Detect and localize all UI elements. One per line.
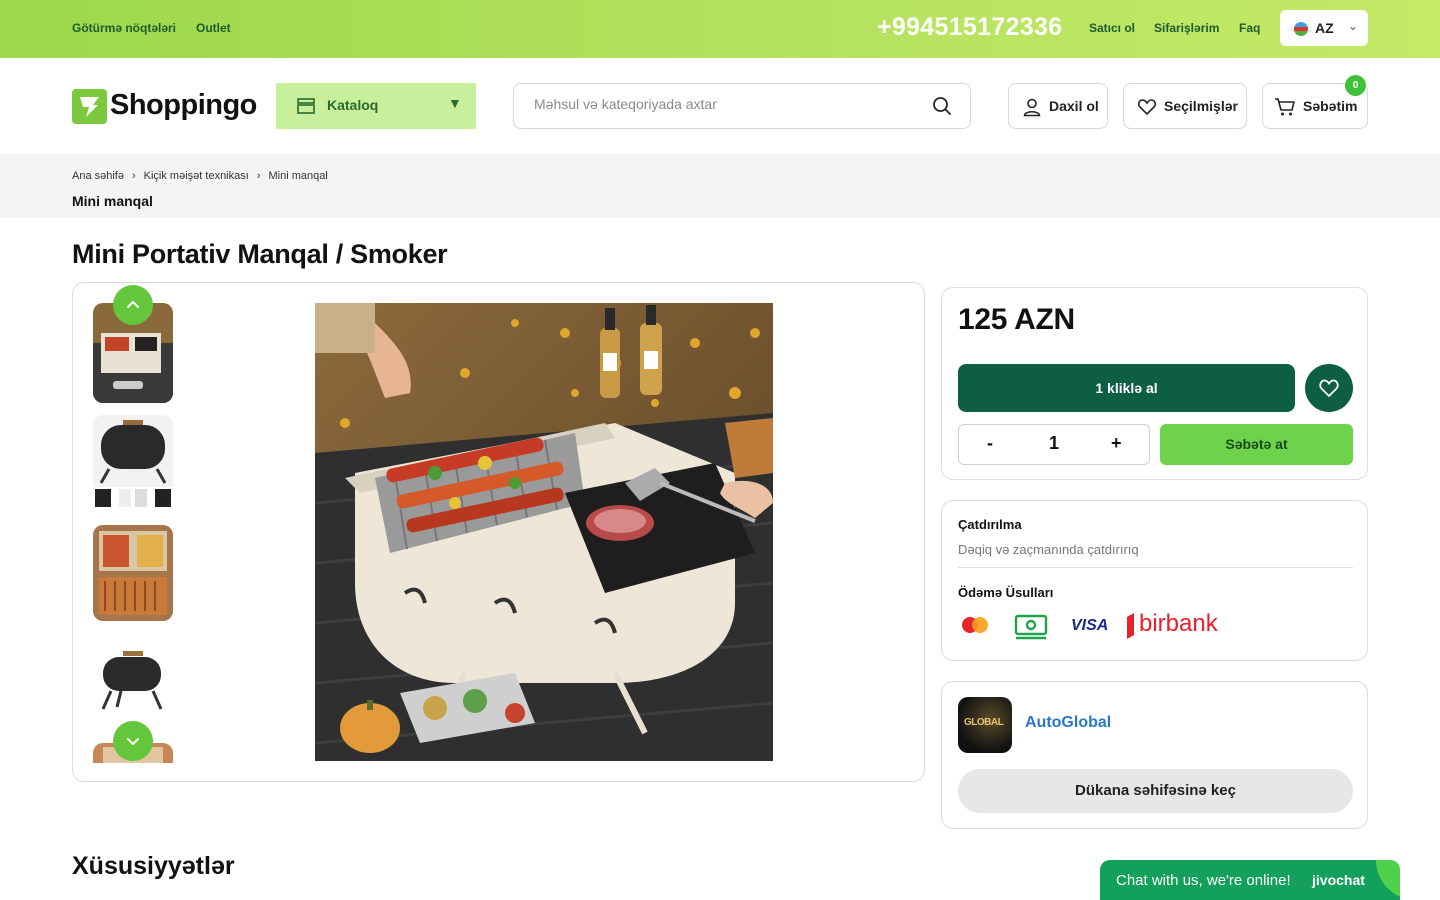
delivery-text: Dəqiq və zaçmanında çatdırırıq — [958, 542, 1139, 557]
thumbnails-down-button[interactable] — [113, 721, 153, 761]
search-icon[interactable] — [932, 96, 952, 116]
chat-widget[interactable]: Chat with us, we're online! jivochat — [1100, 860, 1400, 900]
breadcrumb-home[interactable]: Ana səhifə — [72, 170, 124, 182]
thumbnail-3[interactable] — [93, 525, 173, 621]
logo-icon[interactable] — [72, 89, 107, 124]
birbank-text: birbank — [1139, 610, 1218, 637]
search-bar — [513, 83, 971, 129]
logo-text[interactable]: Shoppingo — [110, 89, 257, 122]
favorites-label: Seçilmişlər — [1164, 98, 1238, 114]
faq-link[interactable]: Faq — [1239, 21, 1260, 35]
cart-label: Səbətim — [1303, 98, 1358, 114]
language-selector[interactable]: AZ ⌄ — [1280, 10, 1368, 46]
store-box: GLOBAL AutoGlobal Dükana səhifəsinə keç — [941, 681, 1368, 829]
azerbaijan-flag-icon — [1294, 22, 1308, 36]
login-button[interactable]: Daxil ol — [1008, 83, 1108, 129]
product-gallery — [72, 282, 925, 782]
quantity-stepper: - 1 + — [958, 424, 1150, 465]
chevron-down-icon — [127, 738, 139, 745]
main-product-image[interactable] — [315, 303, 773, 761]
go-to-store-button[interactable]: Dükana səhifəsinə keç — [958, 769, 1353, 813]
search-input[interactable] — [534, 96, 914, 112]
outlet-link[interactable]: Outlet — [196, 21, 231, 35]
language-label: AZ — [1315, 20, 1334, 36]
cash-icon — [1013, 612, 1049, 645]
chat-text: Chat with us, we're online! — [1116, 872, 1291, 889]
product-price: 125 AZN — [958, 303, 1075, 336]
add-to-cart-button[interactable]: Səbətə at — [1160, 424, 1353, 465]
chevron-right-icon: › — [131, 170, 136, 182]
catalog-icon — [297, 98, 315, 114]
favorites-button[interactable]: Seçilmişlər — [1123, 83, 1247, 129]
catalog-button[interactable]: Kataloq ▼ — [276, 83, 476, 129]
birbank-icon — [1127, 613, 1134, 639]
delivery-box: Çatdırılma Dəqiq və zaçmanında çatdırırı… — [941, 500, 1368, 661]
product-title: Mini Portativ Manqal / Smoker — [72, 239, 448, 269]
breadcrumb: Ana səhifə › Kiçik məişət texnikası › Mi… — [72, 170, 328, 182]
price-box: 125 AZN 1 kliklə al - 1 + Səbətə at — [941, 287, 1368, 480]
chevron-down-icon: ⌄ — [1348, 19, 1359, 33]
delivery-title: Çatdırılma — [958, 517, 1022, 532]
thumbnail-4[interactable] — [93, 639, 173, 719]
features-title: Xüsusiyyətlər — [72, 852, 235, 880]
login-label: Daxil ol — [1049, 98, 1099, 114]
store-logo-text: GLOBAL — [964, 717, 1004, 728]
cart-icon — [1275, 98, 1295, 116]
divider — [958, 567, 1353, 568]
add-to-favorites-button[interactable] — [1305, 364, 1353, 412]
quantity-decrease-button[interactable]: - — [987, 433, 993, 454]
breadcrumb-category[interactable]: Kiçik məişət texnikası — [144, 170, 249, 182]
heart-icon — [1319, 379, 1339, 398]
my-orders-link[interactable]: Sifarişlərim — [1154, 21, 1219, 35]
chevron-right-icon: › — [256, 170, 261, 182]
quantity-increase-button[interactable]: + — [1111, 433, 1122, 454]
heart-icon — [1137, 99, 1157, 116]
visa-logo: VISA — [1071, 617, 1109, 634]
quantity-value[interactable]: 1 — [1049, 433, 1059, 454]
user-icon — [1023, 98, 1041, 117]
thumbnails-up-button[interactable] — [113, 285, 153, 325]
store-name-link[interactable]: AutoGlobal — [1025, 714, 1111, 732]
store-logo[interactable]: GLOBAL — [958, 697, 1012, 753]
breadcrumb-band: Ana səhifə › Kiçik məişət texnikası › Mi… — [0, 154, 1440, 218]
become-seller-link[interactable]: Satıcı ol — [1089, 21, 1135, 35]
top-bar: Götürmə nöqtələri Outlet +994515172336 S… — [0, 0, 1440, 58]
chat-brand: jivochat — [1312, 872, 1365, 888]
buy-one-click-button[interactable]: 1 kliklə al — [958, 364, 1295, 412]
chevron-up-icon — [127, 301, 139, 308]
cart-count-badge: 0 — [1345, 75, 1366, 96]
mastercard-icon — [958, 614, 992, 641]
pickup-points-link[interactable]: Götürmə nöqtələri — [72, 21, 176, 35]
breadcrumb-current[interactable]: Mini manqal — [268, 170, 327, 182]
section-title: Mini manqal — [72, 193, 153, 209]
payment-methods-title: Ödəmə Üsulları — [958, 585, 1054, 600]
catalog-label: Kataloq — [327, 97, 379, 113]
caret-down-icon: ▼ — [448, 95, 462, 111]
chat-leaf-icon — [1376, 860, 1400, 900]
phone-number[interactable]: +994515172336 — [877, 13, 1062, 42]
thumbnail-2[interactable] — [93, 415, 173, 511]
